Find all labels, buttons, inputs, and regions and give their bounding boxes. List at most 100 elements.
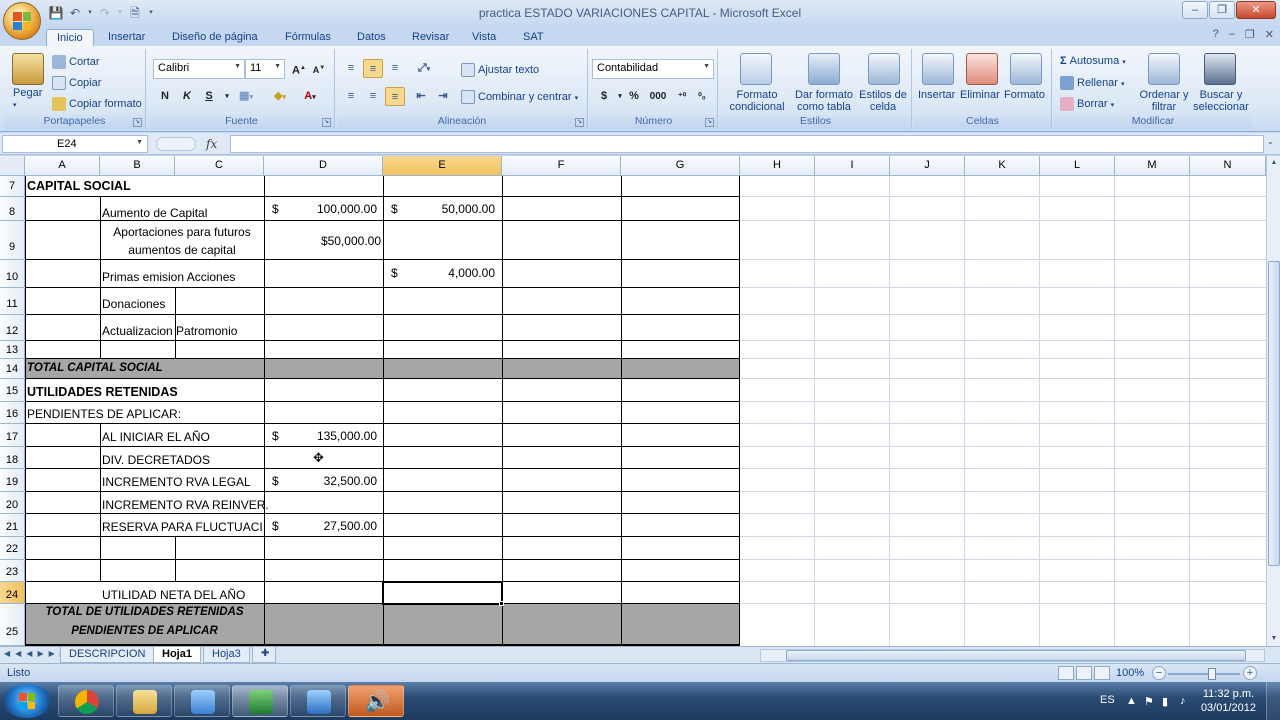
column-header-l[interactable]: L (1040, 156, 1115, 176)
row-header-12[interactable]: 12 (0, 315, 25, 341)
taskbar-app[interactable] (290, 685, 346, 717)
cell-d8[interactable]: 100,000.00 (264, 202, 377, 216)
column-header-d[interactable]: D (264, 156, 383, 176)
formula-bar-toggle[interactable] (156, 137, 196, 151)
row-header-8[interactable]: 8 (0, 197, 25, 221)
volume-icon[interactable]: ♪ (1180, 695, 1186, 707)
taskbar-chrome[interactable] (58, 685, 114, 717)
cell-b11[interactable]: Donaciones (102, 297, 165, 311)
sheet-tab-hoja1[interactable]: Hoja1 (153, 647, 201, 663)
close-button[interactable]: ✕ (1236, 1, 1276, 19)
insert-function-icon[interactable]: fx (206, 137, 217, 151)
formula-input[interactable] (230, 135, 1264, 153)
row-header-14[interactable]: 14 (0, 359, 25, 379)
shrink-font-button[interactable]: A▼ (309, 59, 329, 78)
cell-b9-line1[interactable]: Aportaciones para futuros (100, 225, 264, 239)
row-header-24[interactable]: 24 (0, 582, 25, 604)
fill-handle[interactable] (499, 601, 504, 606)
start-button[interactable] (3, 684, 51, 718)
font-size-select[interactable]: 11 ▼ (245, 59, 285, 79)
insert-sheet-icon[interactable]: ✚ (252, 647, 276, 663)
taskbar-explorer[interactable] (116, 685, 172, 717)
column-header-f[interactable]: F (502, 156, 621, 176)
cell-a16[interactable]: PENDIENTES DE APLICAR: (27, 407, 181, 421)
tab-inicio[interactable]: Inicio (46, 29, 94, 47)
delete-cells-icon[interactable] (966, 53, 998, 85)
tab-diseno-pagina[interactable]: Diseño de página (162, 29, 268, 47)
column-header-i[interactable]: I (815, 156, 890, 176)
row-header-19[interactable]: 19 (0, 469, 25, 492)
cell-a7[interactable]: CAPITAL SOCIAL (27, 179, 131, 193)
alignment-launcher-icon[interactable]: ↘ (575, 118, 584, 127)
format-cells-icon[interactable] (1010, 53, 1042, 85)
sort-filter-icon[interactable] (1148, 53, 1180, 85)
font-name-select[interactable]: Calibri ▼ (153, 59, 245, 79)
taskbar-excel[interactable] (232, 685, 288, 717)
cut-button[interactable]: Cortar (52, 55, 100, 69)
percent-style-button[interactable]: % (624, 87, 644, 106)
normal-view-icon[interactable] (1058, 666, 1074, 680)
page-layout-view-icon[interactable] (1076, 666, 1092, 680)
tab-datos[interactable]: Datos (347, 29, 396, 47)
increase-indent-icon[interactable]: ⇥ (433, 87, 453, 106)
format-table-button[interactable]: Dar formato como tabla (790, 89, 858, 113)
ribbon-restore-icon[interactable]: ❐ (1245, 28, 1255, 41)
expand-formula-bar-icon[interactable]: ⌄ (1267, 137, 1277, 149)
network-icon[interactable]: ▮ (1162, 695, 1168, 708)
worksheet-grid[interactable]: A B C D E F G H I J K L M N 7 8 9 10 11 … (0, 156, 1266, 646)
row-header-15[interactable]: 15 (0, 379, 25, 402)
row-header-16[interactable]: 16 (0, 402, 25, 424)
horizontal-scrollbar[interactable] (760, 649, 1265, 662)
scroll-down-icon[interactable]: ▼ (1268, 632, 1280, 646)
taskbar-control-panel[interactable] (174, 685, 230, 717)
cell-a25-line2[interactable]: PENDIENTES DE APLICAR (25, 625, 264, 637)
zoom-slider[interactable] (1168, 673, 1240, 675)
row-header-25[interactable]: 25 (0, 604, 25, 646)
action-center-icon[interactable]: ⚑ (1144, 695, 1154, 708)
align-top-icon[interactable]: ≡ (341, 59, 361, 78)
align-bottom-icon[interactable]: ≡ (385, 59, 405, 78)
cell-b21[interactable]: RESERVA PARA FLUCTUACIO (102, 520, 263, 534)
column-header-h[interactable]: H (740, 156, 815, 176)
decrease-indent-icon[interactable]: ⇤ (411, 87, 431, 106)
conditional-format-icon[interactable] (740, 53, 772, 85)
paste-icon[interactable] (12, 53, 44, 85)
workbook-close-icon[interactable]: ✕ (1265, 28, 1274, 41)
column-header-a[interactable]: A (25, 156, 100, 176)
number-launcher-icon[interactable]: ↘ (705, 118, 714, 127)
sort-filter-button[interactable]: Ordenar y filtrar (1136, 89, 1192, 113)
active-cell-e24[interactable] (382, 581, 503, 605)
page-break-view-icon[interactable] (1094, 666, 1110, 680)
show-desktop-button[interactable] (1266, 682, 1280, 720)
underline-button[interactable]: S (199, 87, 219, 106)
scroll-up-icon[interactable]: ▲ (1268, 156, 1280, 170)
paste-button[interactable]: Pegar (13, 87, 42, 99)
font-launcher-icon[interactable]: ↘ (322, 118, 331, 127)
column-header-g[interactable]: G (621, 156, 740, 176)
borders-button[interactable]: ▦▾ (233, 87, 259, 106)
align-center-icon[interactable]: ≡ (363, 87, 383, 106)
cell-b9-line2[interactable]: aumentos de capital (100, 243, 264, 257)
increase-decimal-icon[interactable]: ⁺⁰ (672, 87, 692, 106)
orientation-icon[interactable]: ⤢▾ (411, 59, 437, 78)
merge-center-button[interactable]: Combinar y centrar ▾ (461, 90, 578, 104)
cell-a25-line1[interactable]: TOTAL DE UTILIDADES RETENIDAS (25, 606, 264, 618)
clear-button[interactable]: Borrar ▾ (1060, 97, 1114, 111)
row-header-9[interactable]: 9 (0, 221, 25, 260)
cell-b20[interactable]: INCREMENTO RVA REINVER. (102, 498, 269, 512)
cell-d19[interactable]: 32,500.00 (264, 474, 377, 488)
sheet-tab-descripcion[interactable]: DESCRIPCION (60, 647, 155, 663)
format-cells-button[interactable]: Formato (1004, 89, 1045, 101)
cell-b19[interactable]: INCREMENTO RVA LEGAL (102, 475, 251, 489)
fill-color-button[interactable]: ◈▾ (267, 87, 293, 106)
paste-dropdown-icon[interactable]: ▾ (13, 101, 17, 109)
zoom-slider-knob[interactable] (1208, 668, 1216, 680)
column-header-k[interactable]: K (965, 156, 1040, 176)
conditional-format-button[interactable]: Formato condicional (724, 89, 790, 113)
cell-a14[interactable]: TOTAL CAPITAL SOCIAL (27, 362, 163, 374)
column-header-b[interactable]: B (100, 156, 175, 176)
horizontal-scroll-thumb[interactable] (786, 650, 1246, 661)
name-box[interactable]: E24 ▼ (2, 135, 148, 153)
tab-vista[interactable]: Vista (462, 29, 506, 47)
show-hidden-icons-icon[interactable]: ▲ (1126, 695, 1137, 707)
